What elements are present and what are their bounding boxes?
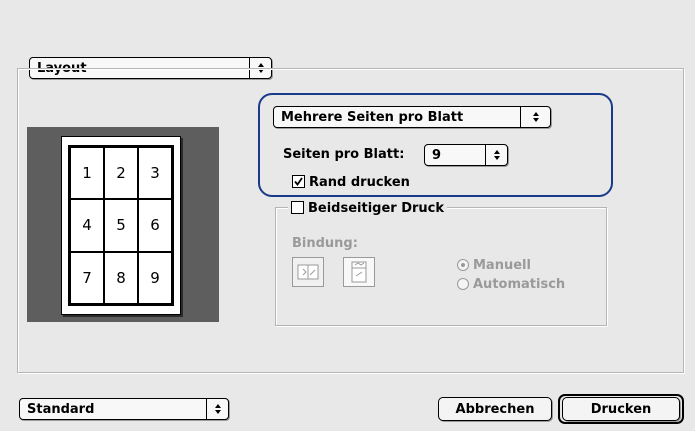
binding-label: Bindung: <box>292 236 358 251</box>
duplex-manual-option[interactable]: Manuell <box>457 258 531 273</box>
pages-per-sheet-menu[interactable]: 9 <box>424 144 508 166</box>
duplex-label: Beidseitiger Druck <box>308 201 445 216</box>
print-border-label: Rand drucken <box>309 175 410 190</box>
updown-arrows-icon <box>485 145 507 165</box>
manual-label: Manuell <box>473 258 531 273</box>
print-border-option[interactable]: Rand drucken <box>292 175 410 190</box>
layout-preview: 1 2 3 4 5 6 7 8 9 <box>27 127 219 322</box>
updown-arrows-icon <box>520 107 550 127</box>
preview-page: 6 <box>138 199 172 252</box>
short-edge-binding-icon[interactable] <box>343 257 375 287</box>
preview-page: 7 <box>70 251 104 304</box>
preview-page: 3 <box>138 147 172 200</box>
duplex-group-box <box>275 207 607 326</box>
pages-mode-value: Mehrere Seiten pro Blatt <box>281 109 464 125</box>
print-border-checkbox[interactable] <box>292 175 305 188</box>
preview-page: 8 <box>104 251 138 304</box>
updown-arrows-icon <box>206 399 228 419</box>
preview-page: 5 <box>104 199 138 252</box>
pages-mode-menu[interactable]: Mehrere Seiten pro Blatt <box>273 106 551 128</box>
automatic-label: Automatisch <box>473 277 566 292</box>
long-edge-binding-icon[interactable] <box>292 257 324 287</box>
preview-page: 4 <box>70 199 104 252</box>
duplex-automatic-option[interactable]: Automatisch <box>457 277 565 292</box>
cancel-button[interactable]: Abbrechen <box>438 397 552 421</box>
print-button[interactable]: Drucken <box>562 397 680 421</box>
pages-per-sheet-label: Seiten pro Blatt: <box>283 147 405 162</box>
preview-page: 2 <box>104 147 138 200</box>
pages-per-sheet-value: 9 <box>432 147 442 163</box>
preset-menu[interactable]: Standard <box>19 398 229 420</box>
preview-sheet: 1 2 3 4 5 6 7 8 9 <box>61 136 181 315</box>
automatic-radio[interactable] <box>457 278 469 290</box>
duplex-checkbox[interactable] <box>291 201 304 214</box>
preset-value: Standard <box>27 401 95 417</box>
manual-radio[interactable] <box>457 259 469 271</box>
preview-page: 1 <box>70 147 104 200</box>
duplex-option[interactable]: Beidseitiger Druck <box>288 201 448 216</box>
preview-grid: 1 2 3 4 5 6 7 8 9 <box>68 145 174 306</box>
preview-page: 9 <box>138 251 172 304</box>
